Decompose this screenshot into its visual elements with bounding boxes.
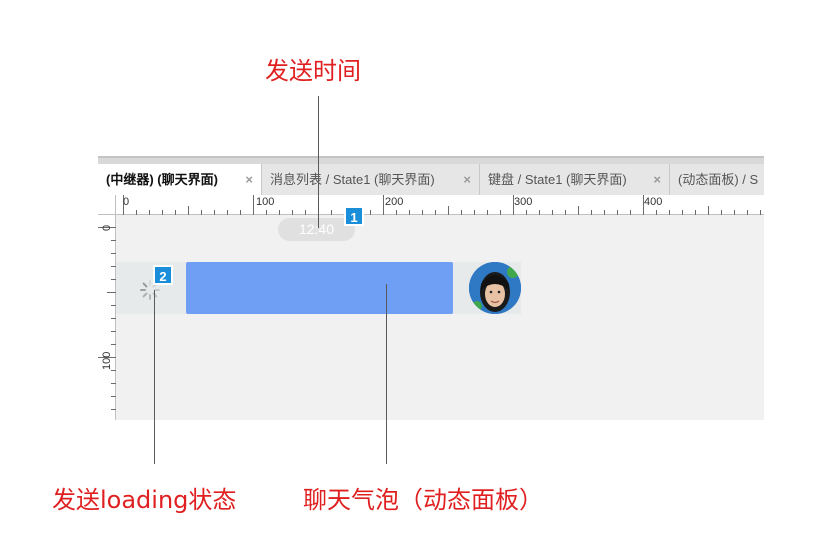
avatar-photo[interactable] xyxy=(469,262,521,314)
tab-label: (中继器) (聊天界面) xyxy=(106,172,218,187)
design-canvas[interactable] xyxy=(116,215,764,420)
ruler-label-300: 300 xyxy=(514,196,533,208)
tab-relay-chat[interactable]: (中继器) (聊天界面) × xyxy=(98,164,262,195)
annotation-send-loading: 发送loading状态 xyxy=(52,486,237,514)
tab-label: 消息列表 / State1 (聊天界面) xyxy=(270,172,435,187)
tab-message-list[interactable]: 消息列表 / State1 (聊天界面) × xyxy=(262,164,480,195)
close-icon[interactable]: × xyxy=(463,164,471,195)
widget-marker-1[interactable]: 1 xyxy=(344,206,364,226)
horizontal-ruler: 0 100 200 300 400 xyxy=(116,195,764,215)
close-icon[interactable]: × xyxy=(653,164,661,195)
ruler-label-400: 400 xyxy=(644,196,663,208)
leader-line-time xyxy=(318,96,319,228)
chat-bubble-panel[interactable] xyxy=(186,262,453,314)
ruler-label-0: 0 xyxy=(123,196,130,208)
leader-line-loading xyxy=(154,290,155,464)
tab-bar: (中继器) (聊天界面) × 消息列表 / State1 (聊天界面) × 键盘… xyxy=(98,156,764,195)
tab-keyboard[interactable]: 键盘 / State1 (聊天界面) × xyxy=(480,164,670,195)
ruler-label-v100: 100 xyxy=(101,351,113,370)
ruler-label-200: 200 xyxy=(385,196,404,208)
ruler-label-v0: 0 xyxy=(101,224,113,231)
close-icon[interactable]: × xyxy=(245,164,253,195)
annotation-send-time: 发送时间 xyxy=(265,57,361,85)
tab-label: 键盘 / State1 (聊天界面) xyxy=(488,172,627,187)
avatar-image xyxy=(469,262,521,314)
widget-marker-2[interactable]: 2 xyxy=(153,265,173,285)
ruler-corner xyxy=(98,195,116,215)
ruler-ticks xyxy=(98,227,116,410)
tab-dynamic-panel[interactable]: (动态面板) / S xyxy=(670,164,764,195)
tab-label: (动态面板) / S xyxy=(678,172,759,187)
annotation-chat-bubble: 聊天气泡（动态面板） xyxy=(303,486,543,514)
vertical-ruler: 0 100 xyxy=(98,215,116,420)
ruler-label-100: 100 xyxy=(256,196,275,208)
leader-line-bubble xyxy=(386,284,387,464)
ruler-ticks xyxy=(123,195,761,215)
